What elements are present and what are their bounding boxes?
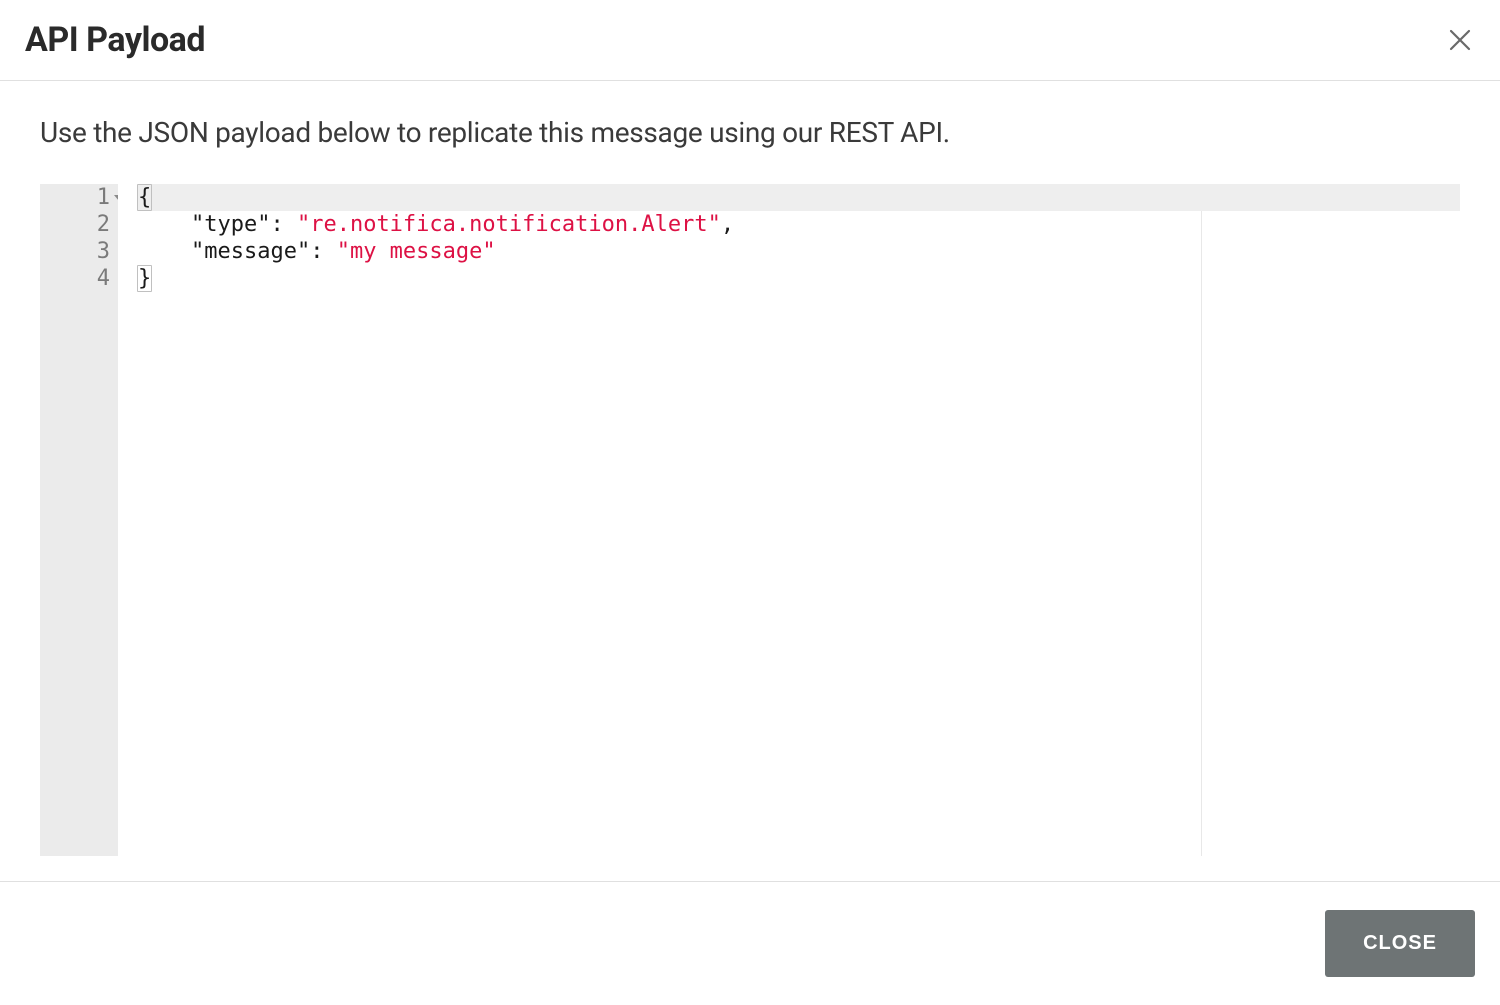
code-token: "type" [191, 212, 270, 237]
modal-footer: CLOSE [0, 881, 1500, 1005]
code-token: , [721, 212, 734, 237]
close-button[interactable]: CLOSE [1325, 910, 1475, 977]
code-line[interactable]: "type": "re.notifica.notification.Alert"… [138, 211, 1460, 238]
code-token: : [310, 239, 337, 264]
code-token: { [137, 184, 152, 211]
code-token: "re.notifica.notification.Alert" [297, 212, 721, 237]
modal-header: API Payload [0, 0, 1500, 81]
modal-body: Use the JSON payload below to replicate … [0, 81, 1500, 881]
close-icon[interactable] [1445, 24, 1475, 56]
code-line[interactable]: { [138, 184, 1460, 211]
code-token: : [270, 212, 297, 237]
code-token: } [137, 265, 152, 292]
modal-title: API Payload [25, 20, 205, 60]
code-token: "message" [191, 239, 310, 264]
modal-description: Use the JSON payload below to replicate … [40, 116, 1460, 149]
code-line[interactable]: } [138, 265, 1460, 292]
code-editor[interactable]: 1234 { "type": "re.notifica.notification… [40, 184, 1460, 856]
gutter-line-number: 2 [60, 211, 110, 238]
editor-gutter: 1234 [40, 184, 118, 856]
gutter-line-number: 4 [60, 265, 110, 292]
gutter-line-number: 3 [60, 238, 110, 265]
api-payload-modal: API Payload Use the JSON payload below t… [0, 0, 1500, 1005]
gutter-line-number: 1 [60, 184, 110, 211]
code-token: "my message" [337, 239, 496, 264]
editor-code-area[interactable]: { "type": "re.notifica.notification.Aler… [118, 184, 1460, 856]
code-line[interactable]: "message": "my message" [138, 238, 1460, 265]
